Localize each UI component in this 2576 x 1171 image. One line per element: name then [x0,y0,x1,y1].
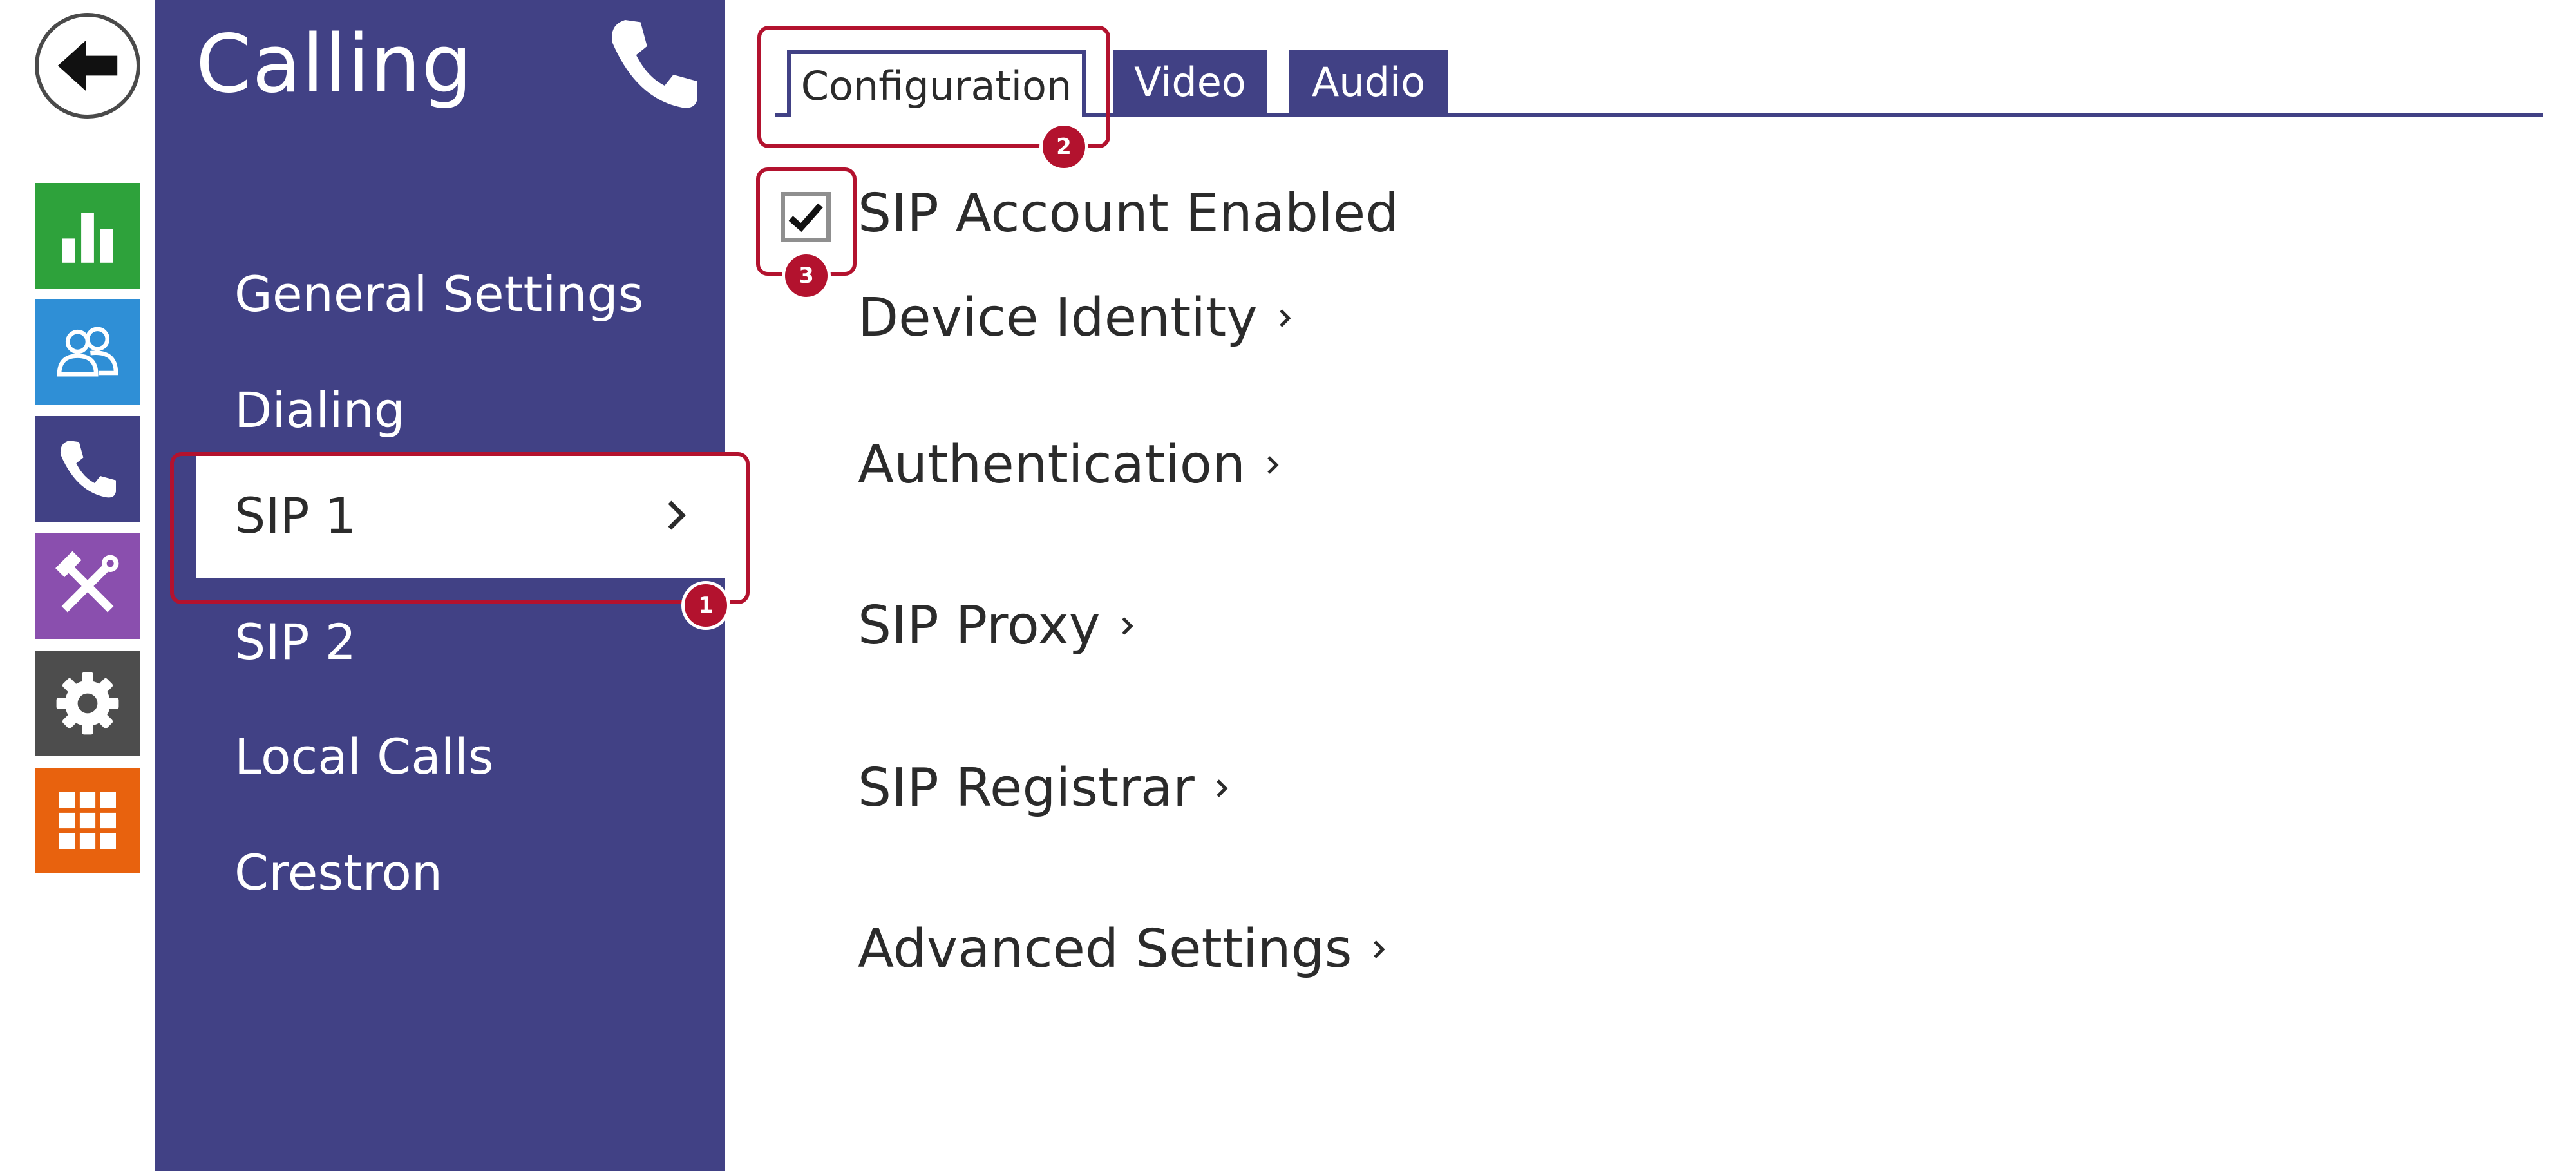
section-sip-registrar[interactable]: SIP Registrar [858,757,1231,819]
chevron-right-icon [1217,779,1228,797]
sidebar-item-label: Dialing [234,381,405,439]
directory-tile[interactable] [35,299,140,405]
applications-tile[interactable] [35,768,140,873]
tab-label: Audio [1311,58,1426,106]
sidebar-item-label: General Settings [234,265,644,323]
grid-icon [59,792,116,849]
sidebar-item-general-settings[interactable]: General Settings [234,265,643,323]
services-tile[interactable] [35,533,140,639]
status-tile[interactable] [35,183,140,289]
sip-account-enabled-checkbox[interactable] [781,192,831,242]
gear-icon [56,672,119,735]
system-tile[interactable] [35,651,140,756]
tab-label: Configuration [800,62,1072,109]
section-authentication[interactable]: Authentication [858,434,1282,495]
section-label: SIP Registrar [858,757,1195,819]
sidebar-item-sip-1[interactable]: SIP 1 [196,452,725,578]
sidebar-item-label: SIP 2 [234,613,356,671]
section-sip-proxy[interactable]: SIP Proxy [858,595,1136,656]
icon-rail [0,0,155,1171]
page-title: Calling [196,18,473,111]
chevron-right-icon [1122,616,1133,635]
section-advanced-settings[interactable]: Advanced Settings [858,919,1388,980]
section-device-identity[interactable]: Device Identity [858,287,1294,348]
sidebar-item-label: Local Calls [234,728,494,785]
annotation-badge-2: 2 [1039,122,1088,171]
section-label: SIP Proxy [858,595,1101,656]
tab-audio[interactable]: Audio [1289,50,1448,113]
chevron-right-icon [1374,940,1385,958]
sidebar-item-crestron[interactable]: Crestron [234,844,442,901]
tools-icon [55,551,119,613]
annotation-badge-1: 1 [681,581,730,630]
calling-tile[interactable] [35,416,140,522]
back-arrow-icon [57,40,118,91]
chevron-right-icon [668,500,686,530]
section-label: Device Identity [858,287,1258,348]
back-button[interactable] [35,13,140,119]
chevron-right-icon [1267,455,1279,474]
chevron-right-icon [1279,309,1291,327]
phone-icon [611,20,697,108]
annotation-badge-3: 3 [782,251,831,300]
checkmark-icon [788,203,823,233]
tab-label: Video [1134,58,1246,106]
bar-chart-icon [62,213,113,263]
section-label: Advanced Settings [858,919,1352,980]
calling-sidebar: Calling General Settings Dialing SIP 1 S… [155,0,725,1171]
sidebar-item-sip-2[interactable]: SIP 2 [234,613,356,671]
sidebar-item-local-calls[interactable]: Local Calls [234,728,494,785]
phone-icon [60,441,116,498]
section-label: Authentication [858,434,1245,495]
tab-video[interactable]: Video [1113,50,1267,113]
sidebar-item-label: SIP 1 [234,486,356,544]
sip-account-enabled-label: SIP Account Enabled [858,183,1399,244]
tab-configuration[interactable]: Configuration [787,50,1086,117]
sidebar-item-label: Crestron [234,844,443,901]
users-icon [57,327,118,377]
sidebar-item-dialing[interactable]: Dialing [234,381,405,439]
